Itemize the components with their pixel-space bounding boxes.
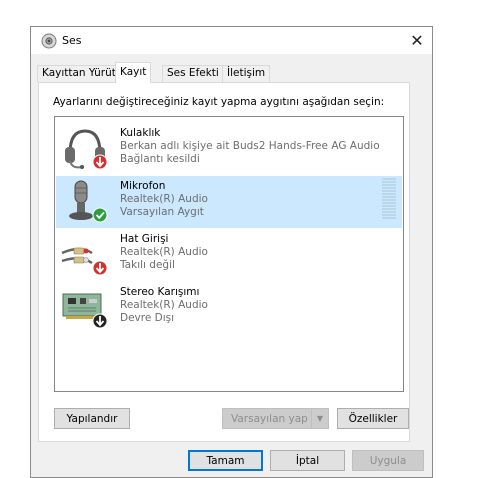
- microphone-icon: [69, 180, 108, 223]
- device-status: Bağlantı kesildi: [120, 153, 200, 165]
- default-device-check-icon: [92, 207, 108, 223]
- tab-sound-effects[interactable]: Ses Efekti: [162, 65, 224, 82]
- disabled-badge-icon: [92, 313, 108, 329]
- line-in-cable-icon: [61, 247, 108, 276]
- instruction-text: Ayarlarını değiştireceğiniz kayıt yapma …: [53, 96, 385, 108]
- device-item-line-in[interactable]: Hat Girişi Realtek(R) Audio Takılı değil: [56, 229, 402, 281]
- sound-card-icon: [62, 293, 108, 329]
- device-description: Realtek(R) Audio: [120, 246, 208, 258]
- device-item-headset[interactable]: Kulaklık Berkan adlı kişiye ait Buds2 Ha…: [56, 123, 402, 175]
- device-name: Kulaklık: [120, 127, 161, 139]
- device-name: Stereo Karışımı: [120, 286, 200, 298]
- device-name: Hat Girişi: [120, 233, 169, 245]
- device-item-stereo-mix[interactable]: Stereo Karışımı Realtek(R) Audio Devre D…: [56, 282, 402, 334]
- tab-communications[interactable]: İletişim: [222, 65, 271, 82]
- window-title: Ses: [62, 34, 82, 47]
- disconnected-badge-icon: [92, 154, 108, 170]
- device-name: Mikrofon: [120, 180, 166, 192]
- unplugged-badge-icon: [92, 260, 108, 276]
- apply-button[interactable]: Uygula: [352, 450, 424, 471]
- set-default-label: Varsayılan yap: [231, 412, 308, 425]
- device-description: Berkan adlı kişiye ait Buds2 Hands-Free …: [120, 140, 380, 152]
- device-status: Takılı değil: [120, 259, 175, 271]
- properties-button[interactable]: Özellikler: [337, 408, 409, 429]
- sound-dialog: Ses ✕ Kayıttan Yürüt Kayıt Ses Efekti İl…: [30, 26, 433, 478]
- tab-recording[interactable]: Kayıt: [115, 62, 152, 83]
- tab-playback[interactable]: Kayıttan Yürüt: [37, 65, 121, 82]
- input-level-meter: [382, 178, 396, 222]
- device-item-microphone[interactable]: Mikrofon Realtek(R) Audio Varsayılan Ayg…: [56, 176, 402, 228]
- speaker-icon: [41, 33, 57, 49]
- headset-icon: [65, 129, 108, 170]
- device-description: Realtek(R) Audio: [120, 193, 208, 205]
- chevron-down-icon[interactable]: ▼: [311, 409, 328, 428]
- close-button[interactable]: ✕: [402, 27, 432, 54]
- configure-button[interactable]: Yapılandır: [54, 408, 130, 429]
- device-description: Realtek(R) Audio: [120, 299, 208, 311]
- title-bar: Ses ✕: [31, 27, 432, 54]
- ok-button[interactable]: Tamam: [188, 450, 263, 471]
- set-default-button[interactable]: Varsayılan yap ▼: [222, 408, 329, 429]
- close-icon: ✕: [410, 31, 424, 50]
- cancel-button[interactable]: İptal: [270, 450, 345, 471]
- device-status: Devre Dışı: [120, 312, 175, 324]
- device-status: Varsayılan Aygıt: [120, 206, 204, 218]
- device-list[interactable]: Kulaklık Berkan adlı kişiye ait Buds2 Ha…: [54, 116, 404, 392]
- recording-panel: Ayarlarını değiştireceğiniz kayıt yapma …: [38, 82, 410, 442]
